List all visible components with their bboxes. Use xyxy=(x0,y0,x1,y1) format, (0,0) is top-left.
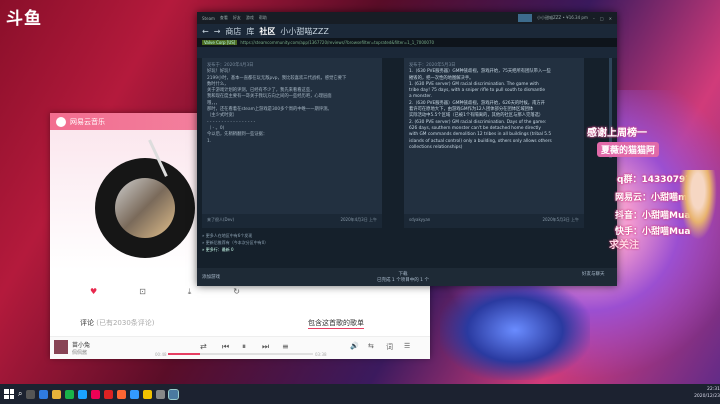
review-footer-date: 2020年4月3日 上午 xyxy=(340,217,377,222)
ssl-badge: Valve Corp [US] xyxy=(202,40,238,45)
vinyl-disc xyxy=(95,158,195,258)
search-icon[interactable]: ⌕ xyxy=(18,389,22,399)
review-line: 1. xyxy=(207,138,212,144)
playmode-icon[interactable]: ⇆ xyxy=(368,342,374,350)
steam-menubar: Steam 查看 好友 游戏 帮助 小小甜喵ZZZ • ¥16.34 pm – … xyxy=(197,12,617,24)
more-list: » 更多人在地区中有6个发现 » 更新后推荐有（今本次分区中有0） » 更多行：… xyxy=(202,232,268,253)
progress-bar[interactable] xyxy=(168,353,313,355)
back-icon[interactable]: ← xyxy=(202,27,209,36)
next-icon[interactable]: ⏭ xyxy=(262,342,269,352)
pause-icon[interactable]: ⏸ xyxy=(242,342,246,352)
desktop-lyrics-icon[interactable]: 词 xyxy=(386,342,393,352)
steam-window: Steam 查看 好友 游戏 帮助 小小甜喵ZZZ • ¥16.34 pm – … xyxy=(197,12,617,286)
time-current: 00:48 xyxy=(155,352,167,357)
nav-user[interactable]: 小小甜喵ZZZ xyxy=(280,26,328,37)
add-game-button[interactable]: 添加游戏 xyxy=(202,274,220,280)
time-total: 03:38 xyxy=(315,352,327,357)
shuffle-icon[interactable]: ⇄ xyxy=(200,342,207,351)
music-playback-bar: 苗小兔 佩佩酱 ⇄ ⏮ ⏸ ⏭ ≡ 00:48 03:38 🔊 ⇆ 词 ☰ xyxy=(50,336,430,359)
follow-cta: 求关注 xyxy=(609,240,639,251)
menu-friends[interactable]: 好友 xyxy=(233,15,241,21)
prev-icon[interactable]: ⏮ xyxy=(222,342,229,352)
download-icon[interactable]: ⤓ xyxy=(188,287,192,297)
collect-icon[interactable]: ⊡ xyxy=(139,287,146,297)
progress-fill xyxy=(168,353,200,355)
app-icon[interactable] xyxy=(117,389,127,399)
steam-user[interactable]: 小小甜喵ZZZ • ¥16.34 pm xyxy=(537,15,588,21)
song-artist[interactable]: 佩佩酱 xyxy=(72,349,87,356)
address-bar[interactable]: Valve Corp [US] https://steamcommunity.c… xyxy=(197,38,617,47)
nav-community[interactable]: 社区 xyxy=(259,26,275,37)
url-text: https://steamcommunity.com/app/1367720/r… xyxy=(240,40,435,45)
playlist-tab[interactable]: 包含这首歌的歌单 xyxy=(308,318,364,329)
chibi-mascot xyxy=(679,170,717,240)
maximize-icon[interactable]: □ xyxy=(600,16,604,21)
review-content: 发布于：2020年4月3日 好玩！好玩！ 2199小时，基本一直都在玩无敌pvp，… xyxy=(197,58,617,268)
review-author[interactable]: 来了很人(Dev) xyxy=(207,217,234,222)
clock-date: 2020/12/23 xyxy=(694,394,720,399)
share-icon[interactable]: ↻ xyxy=(233,287,240,297)
windows-start-icon[interactable] xyxy=(4,389,14,399)
taskbar: ⌕ 22:31 2020/12/23 xyxy=(0,384,720,404)
qq-icon[interactable] xyxy=(78,389,88,399)
more-item[interactable]: » 更多人在地区中有6个发现 xyxy=(202,232,268,239)
wechat-icon[interactable] xyxy=(65,389,75,399)
menu-steam[interactable]: Steam xyxy=(202,16,215,21)
app-icon[interactable] xyxy=(143,389,153,399)
comment-tab-label: 评论 xyxy=(80,319,94,327)
more-item[interactable]: » 更新后推荐有（今本次分区中有0） xyxy=(202,239,268,246)
douyu-app-icon[interactable] xyxy=(91,389,101,399)
volume-icon[interactable]: 🔊 xyxy=(350,342,359,350)
review-text: 1.（630 PVE服务器）GM种族歧视，游戏开始，75天把所有团队带入一些 摧毁… xyxy=(409,69,579,151)
nav-store[interactable]: 商店 xyxy=(225,26,241,37)
app-icon[interactable] xyxy=(156,389,166,399)
clock-time: 22:31 xyxy=(707,387,720,392)
review-line: collections relationships) xyxy=(409,144,463,150)
minimize-icon[interactable]: – xyxy=(593,16,595,21)
anime-art-glow xyxy=(440,280,590,380)
comment-tab[interactable]: 评论 (已有2030条评论) xyxy=(80,318,155,328)
menu-view[interactable]: 查看 xyxy=(220,15,228,21)
more-item[interactable]: » 更多行：最新 0 xyxy=(202,246,268,253)
mini-cover[interactable] xyxy=(54,340,68,354)
album-cover xyxy=(115,178,175,238)
comment-count: (已有2030条评论) xyxy=(96,319,155,327)
menu-help[interactable]: 帮助 xyxy=(259,15,267,21)
song-title: 苗小兔 xyxy=(72,342,91,349)
edge-icon[interactable] xyxy=(39,389,49,399)
steam-bottom-bar: 添加游戏 下载 已完成 1 个项目中的 1 个 好友与聊天 xyxy=(197,268,617,286)
steam-taskbar-icon[interactable] xyxy=(168,388,180,400)
review-card-left[interactable]: 发布于：2020年4月3日 好玩！好玩！ 2199小时，基本一直都在玩无敌pvp，… xyxy=(202,58,382,228)
steam-nav: ← → 商店 库 社区 小小甜喵ZZZ xyxy=(197,24,617,38)
music-app-title: 网易云音乐 xyxy=(70,117,105,126)
review-text: 好玩！好玩！ 2199小时，基本一直都在玩无敌pvp，我比较喜欢三代战机，感觉它要… xyxy=(207,69,377,145)
steam-window-controls: 小小甜喵ZZZ • ¥16.34 pm – □ ✕ xyxy=(518,14,617,22)
song-actions: ♥ ⊡ ⤓ ↻ xyxy=(90,287,240,297)
review-author[interactable]: sdyakyyan xyxy=(409,217,430,222)
notification-button[interactable] xyxy=(518,14,533,22)
nav-library[interactable]: 库 xyxy=(246,26,254,37)
stream-overlay: 感谢上周榜一 夏薇的猫猫阿 q群：143307976 网易云：小甜喵mua 抖音… xyxy=(557,120,720,270)
netease-logo-icon xyxy=(56,116,66,127)
top-fan-name: 夏薇的猫猫阿 xyxy=(597,142,660,157)
friends-chat-button[interactable]: 好友与聊天 xyxy=(582,271,612,277)
douyu-logo: 斗鱼 xyxy=(6,9,42,29)
menu-games[interactable]: 游戏 xyxy=(246,15,254,21)
like-icon[interactable]: ♥ xyxy=(90,287,97,297)
lyrics-icon[interactable]: ≡ xyxy=(282,342,289,351)
forward-icon[interactable]: → xyxy=(214,27,221,36)
system-clock[interactable]: 22:31 2020/12/23 xyxy=(694,386,720,400)
file-explorer-icon[interactable] xyxy=(52,389,62,399)
task-view-icon[interactable] xyxy=(26,389,36,399)
download-sub: 已完成 1 个项目中的 1 个 xyxy=(377,278,429,283)
netease-music-icon[interactable] xyxy=(104,389,114,399)
close-icon[interactable]: ✕ xyxy=(609,16,612,21)
app-icon[interactable] xyxy=(130,389,140,399)
review-footer: 来了很人(Dev) 2020年4月3日 上午 xyxy=(202,214,382,228)
download-status[interactable]: 下载 已完成 1 个项目中的 1 个 xyxy=(377,271,429,283)
thanks-title: 感谢上周榜一 xyxy=(587,128,647,139)
playlist-icon[interactable]: ☰ xyxy=(404,342,410,350)
